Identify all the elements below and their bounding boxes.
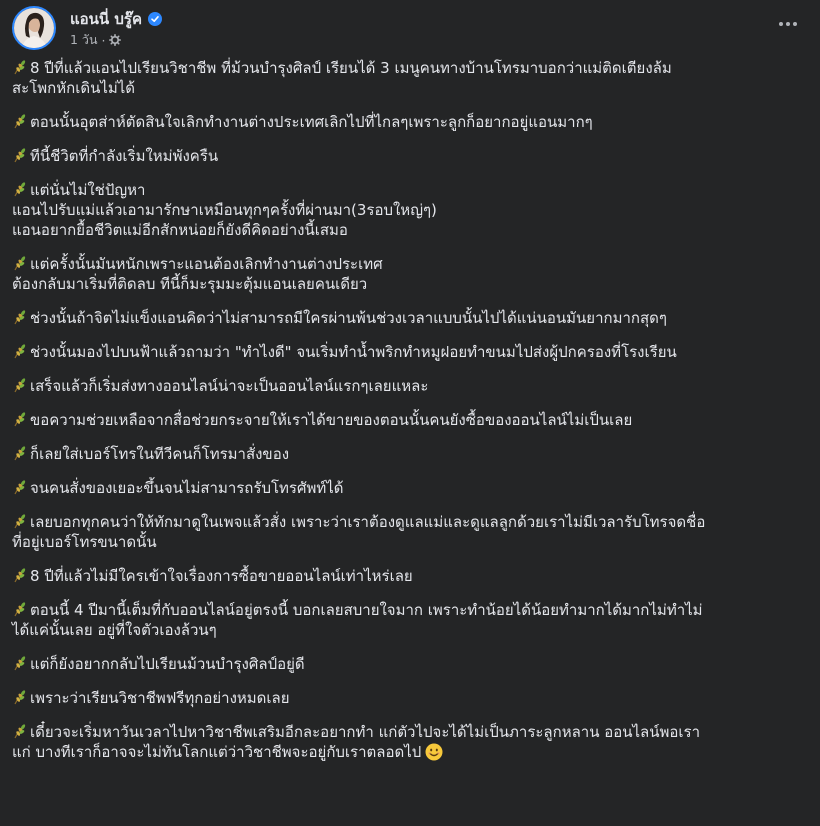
post-paragraph: 8 ปีที่แล้วแอนไปเรียนวิชาชีพ ที่ม้วนบำรุ… [12, 58, 812, 98]
post-paragraph: แต่ครั้งนั้นมันหนักเพราะแอนต้องเลิกทำงาน… [12, 254, 812, 294]
post-header: แอนนี่ บรู๊ค 1 วัน · [12, 6, 808, 50]
author-name[interactable]: แอนนี่ บรู๊ค [70, 7, 142, 31]
post-body: 8 ปีที่แล้วแอนไปเรียนวิชาชีพ ที่ม้วนบำรุ… [12, 58, 812, 776]
post-line-text: เลยบอกทุกคนว่าให้ทักมาดูในเพจแล้วสั่ง เพ… [30, 513, 706, 531]
post-line: ขอความช่วยเหลือจากสื่อช่วยกระจายให้เราได… [12, 410, 812, 430]
post-line-text: แก่ บางทีเราก็อาจจะไม่ทันโลกแต่ว่าวิชาชี… [12, 743, 422, 761]
post-line-text: ขอความช่วยเหลือจากสื่อช่วยกระจายให้เราได… [30, 411, 633, 429]
wheat-leaf-icon [12, 181, 28, 197]
wheat-leaf-icon [12, 147, 28, 163]
post-line-text: แต่ก็ยังอยากกลับไปเรียนม้วนบำรุงศิลป์อยู… [30, 655, 305, 673]
post-paragraph: ตอนนั้นอุตส่าห์ตัดสินใจเลิกทำงานต่างประเ… [12, 112, 812, 132]
post-line: เลยบอกทุกคนว่าให้ทักมาดูในเพจแล้วสั่ง เพ… [12, 512, 812, 532]
post-line: ช่วงนั้นมองไปบนฟ้าแล้วถามว่า "ทำไงดี" จน… [12, 342, 812, 362]
post-line: ก็เลยใส่เบอร์โทรในทีวีคนก็โทรมาสั่งของ [12, 444, 812, 464]
post-paragraph: ทีนี้ชีวิตที่กำลังเริ่มใหม่พังครืน [12, 146, 812, 166]
post-line-text: 8 ปีที่แล้วไม่มีใครเข้าใจเรื่องการซื้อขา… [30, 567, 413, 585]
wheat-leaf-icon [12, 59, 28, 75]
post-line: จนคนสั่งของเยอะขึ้นจนไม่สามารถรับโทรศัพท… [12, 478, 812, 498]
post-line-text: สะโพกหักเดินไม่ได้ [12, 79, 136, 97]
wheat-leaf-icon [12, 479, 28, 495]
smiling-face-emoji-icon [425, 743, 443, 761]
post-paragraph: แต่นั่นไม่ใช่ปัญหาแอนไปรับแม่แล้วเอามารั… [12, 180, 812, 240]
post-line: ช่วงนั้นถ้าจิตไม่แข็งแอนคิดว่าไม่สามารถม… [12, 308, 812, 328]
wheat-leaf-icon [12, 255, 28, 271]
post-line-text: 8 ปีที่แล้วแอนไปเรียนวิชาชีพ ที่ม้วนบำรุ… [30, 59, 672, 77]
wheat-leaf-icon [12, 513, 28, 529]
post-paragraph: ช่วงนั้นถ้าจิตไม่แข็งแอนคิดว่าไม่สามารถม… [12, 308, 812, 328]
public-gear-icon[interactable] [109, 34, 122, 46]
post-line: แก่ บางทีเราก็อาจจะไม่ทันโลกแต่ว่าวิชาชี… [12, 742, 812, 762]
post-line-text: ทีนี้ชีวิตที่กำลังเริ่มใหม่พังครืน [30, 147, 219, 165]
post-paragraph: เพราะว่าเรียนวิชาชีพฟรีทุกอย่างหมดเลย [12, 688, 812, 708]
wheat-leaf-icon [12, 655, 28, 671]
post-line: 8 ปีที่แล้วแอนไปเรียนวิชาชีพ ที่ม้วนบำรุ… [12, 58, 812, 78]
post-line: เดี๋ยวจะเริ่มหาวันเวลาไปหาวิชาชีพเสริมอี… [12, 722, 812, 742]
post-paragraph: ก็เลยใส่เบอร์โทรในทีวีคนก็โทรมาสั่งของ [12, 444, 812, 464]
post-line-text: ได้แค่นั้นเลย อยู่ที่ใจตัวเองล้วนๆ [12, 621, 217, 639]
post-line: แอนอยากยื้อชีวิตแม่อีกสักหน่อยก็ยังดีคิด… [12, 220, 812, 240]
post-line-text: แต่นั่นไม่ใช่ปัญหา [30, 181, 146, 199]
post-paragraph: เดี๋ยวจะเริ่มหาวันเวลาไปหาวิชาชีพเสริมอี… [12, 722, 812, 762]
post-line-text: จนคนสั่งของเยอะขึ้นจนไม่สามารถรับโทรศัพท… [30, 479, 344, 497]
wheat-leaf-icon [12, 723, 28, 739]
wheat-leaf-icon [12, 689, 28, 705]
wheat-leaf-icon [12, 567, 28, 583]
post-line-text: ต้องกลับมาเริ่มที่ติดลบ ทีนี้ก็มะรุมมะตุ… [12, 275, 368, 293]
author-avatar[interactable] [12, 6, 56, 50]
post-line: ได้แค่นั้นเลย อยู่ที่ใจตัวเองล้วนๆ [12, 620, 812, 640]
post-line-text: ช่วงนั้นมองไปบนฟ้าแล้วถามว่า "ทำไงดี" จน… [30, 343, 677, 361]
post-line-text: ช่วงนั้นถ้าจิตไม่แข็งแอนคิดว่าไม่สามารถม… [30, 309, 667, 327]
post-paragraph: 8 ปีที่แล้วไม่มีใครเข้าใจเรื่องการซื้อขา… [12, 566, 812, 586]
post-paragraph: ขอความช่วยเหลือจากสื่อช่วยกระจายให้เราได… [12, 410, 812, 430]
avatar-photo-icon [14, 8, 54, 48]
post-paragraph: ช่วงนั้นมองไปบนฟ้าแล้วถามว่า "ทำไงดี" จน… [12, 342, 812, 362]
post-line-text: ตอนนั้นอุตส่าห์ตัดสินใจเลิกทำงานต่างประเ… [30, 113, 593, 131]
post-line-text: ก็เลยใส่เบอร์โทรในทีวีคนก็โทรมาสั่งของ [30, 445, 290, 463]
post-line: ทีนี้ชีวิตที่กำลังเริ่มใหม่พังครืน [12, 146, 812, 166]
meta-separator: · [101, 32, 106, 48]
post-line-text: แอนอยากยื้อชีวิตแม่อีกสักหน่อยก็ยังดีคิด… [12, 221, 348, 239]
wheat-leaf-icon [12, 343, 28, 359]
post-line: ตอนนี้ 4 ปีมานี้เต็มที่กับออนไลน์อยู่ตรง… [12, 600, 812, 620]
post-paragraph: เสร็จแล้วก็เริ่มส่งทางออนไลน์น่าจะเป็นออ… [12, 376, 812, 396]
post-line-text: ที่อยู่เบอร์โทรขนาดนั้น [12, 533, 157, 551]
more-options-icon[interactable] [774, 14, 802, 34]
post-time[interactable]: 1 วัน [70, 30, 98, 50]
post-paragraph: เลยบอกทุกคนว่าให้ทักมาดูในเพจแล้วสั่ง เพ… [12, 512, 812, 552]
post-line: แอนไปรับแม่แล้วเอามารักษาเหมือนทุกๆครั้ง… [12, 200, 812, 220]
post-line: แต่ครั้งนั้นมันหนักเพราะแอนต้องเลิกทำงาน… [12, 254, 812, 274]
post-line: ต้องกลับมาเริ่มที่ติดลบ ทีนี้ก็มะรุมมะตุ… [12, 274, 812, 294]
post-line: แต่นั่นไม่ใช่ปัญหา [12, 180, 812, 200]
facebook-post: แอนนี่ บรู๊ค 1 วัน · 8 ปีที่แล้วแอนไปเรี… [0, 0, 820, 826]
post-line: 8 ปีที่แล้วไม่มีใครเข้าใจเรื่องการซื้อขา… [12, 566, 812, 586]
wheat-leaf-icon [12, 411, 28, 427]
post-line-text: เดี๋ยวจะเริ่มหาวันเวลาไปหาวิชาชีพเสริมอี… [30, 723, 700, 741]
wheat-leaf-icon [12, 309, 28, 325]
post-paragraph: ตอนนี้ 4 ปีมานี้เต็มที่กับออนไลน์อยู่ตรง… [12, 600, 812, 640]
post-meta: 1 วัน · [70, 30, 122, 50]
author-name-row: แอนนี่ บรู๊ค [70, 7, 163, 31]
post-line: ตอนนั้นอุตส่าห์ตัดสินใจเลิกทำงานต่างประเ… [12, 112, 812, 132]
wheat-leaf-icon [12, 113, 28, 129]
post-line: เพราะว่าเรียนวิชาชีพฟรีทุกอย่างหมดเลย [12, 688, 812, 708]
post-paragraph: จนคนสั่งของเยอะขึ้นจนไม่สามารถรับโทรศัพท… [12, 478, 812, 498]
wheat-leaf-icon [12, 601, 28, 617]
post-line-text: เสร็จแล้วก็เริ่มส่งทางออนไลน์น่าจะเป็นออ… [30, 377, 429, 395]
post-line: สะโพกหักเดินไม่ได้ [12, 78, 812, 98]
post-line-text: เพราะว่าเรียนวิชาชีพฟรีทุกอย่างหมดเลย [30, 689, 290, 707]
post-line-text: แอนไปรับแม่แล้วเอามารักษาเหมือนทุกๆครั้ง… [12, 201, 437, 219]
post-line-text: ตอนนี้ 4 ปีมานี้เต็มที่กับออนไลน์อยู่ตรง… [30, 601, 703, 619]
wheat-leaf-icon [12, 377, 28, 393]
post-line: แต่ก็ยังอยากกลับไปเรียนม้วนบำรุงศิลป์อยู… [12, 654, 812, 674]
verified-badge-icon [148, 12, 163, 26]
post-line-text: แต่ครั้งนั้นมันหนักเพราะแอนต้องเลิกทำงาน… [30, 255, 383, 273]
post-line: ที่อยู่เบอร์โทรขนาดนั้น [12, 532, 812, 552]
post-line: เสร็จแล้วก็เริ่มส่งทางออนไลน์น่าจะเป็นออ… [12, 376, 812, 396]
post-paragraph: แต่ก็ยังอยากกลับไปเรียนม้วนบำรุงศิลป์อยู… [12, 654, 812, 674]
wheat-leaf-icon [12, 445, 28, 461]
